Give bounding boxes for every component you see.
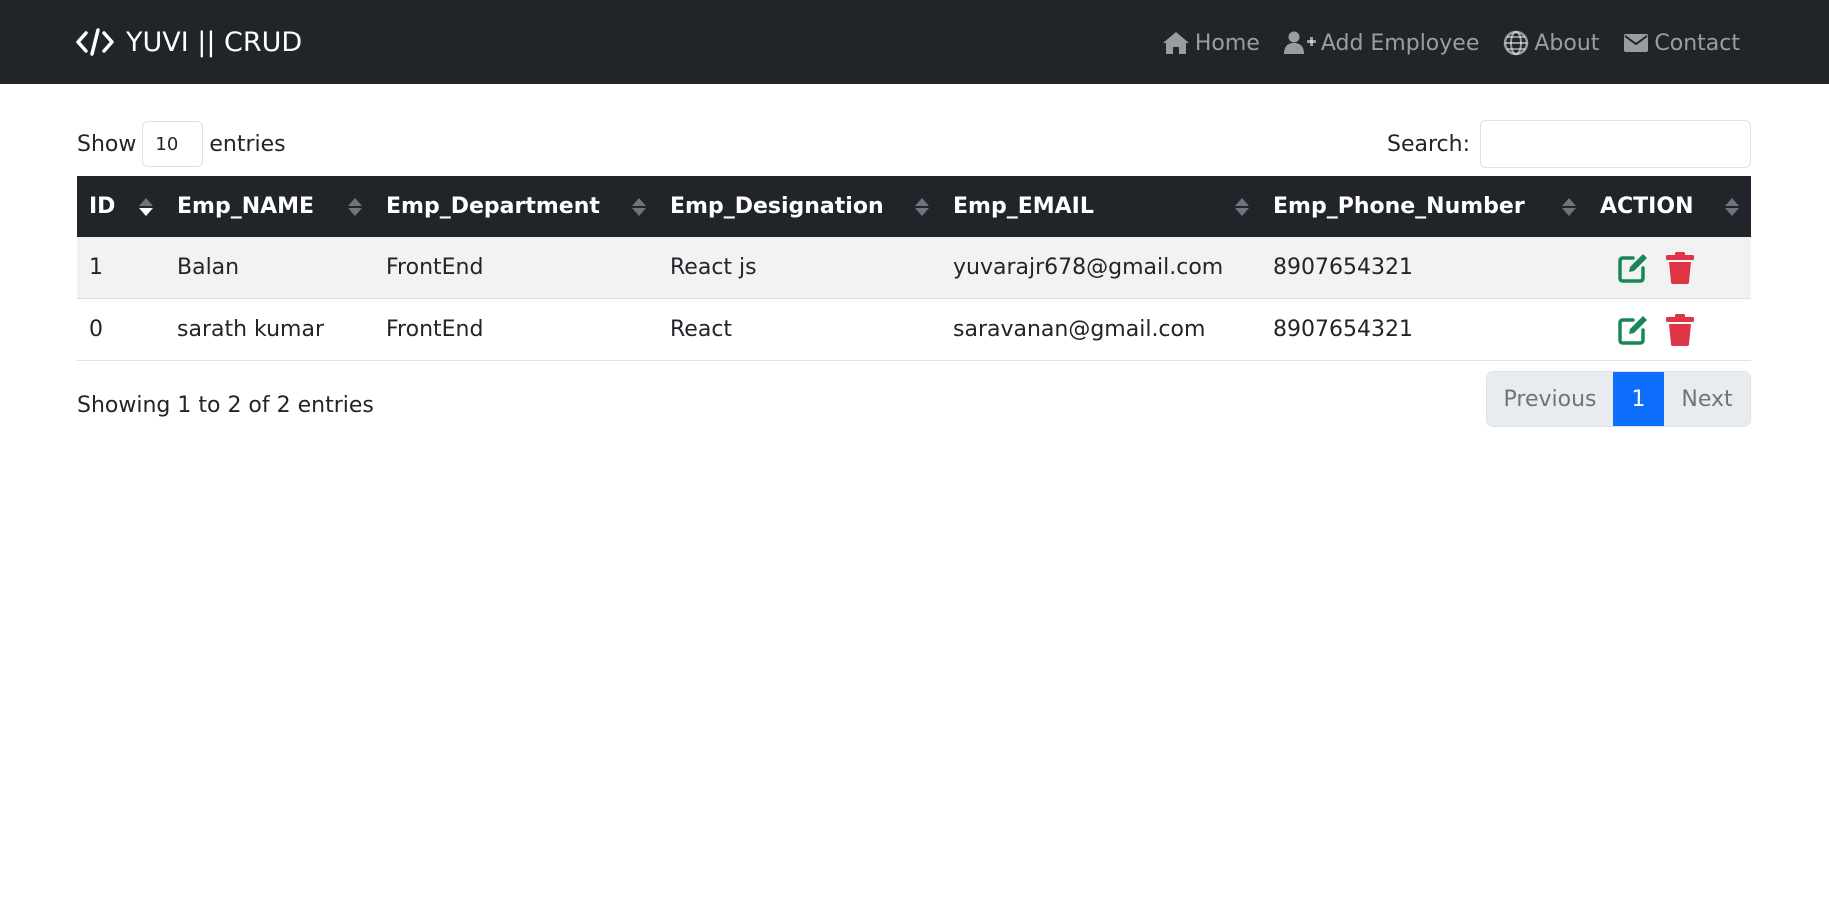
next-button[interactable]: Next bbox=[1664, 372, 1750, 426]
nav-add-employee[interactable]: Add Employee bbox=[1283, 30, 1480, 56]
cell-department: FrontEnd bbox=[386, 255, 484, 280]
cell-email: saravanan@gmail.com bbox=[953, 317, 1206, 342]
cell-action bbox=[1588, 237, 1751, 299]
sort-icon bbox=[1562, 197, 1576, 216]
column-header-emp-department[interactable]: Emp_Department bbox=[374, 176, 658, 237]
column-header-action[interactable]: ACTION bbox=[1588, 176, 1751, 237]
cell-email: yuvarajr678@gmail.com bbox=[953, 255, 1224, 280]
nav-menu: Home Add Employee About Contact bbox=[1162, 24, 1740, 62]
brand-title: YUVI || CRUD bbox=[126, 26, 303, 58]
cell-name: Balan bbox=[177, 255, 240, 280]
previous-button[interactable]: Previous bbox=[1487, 372, 1613, 426]
nav-home[interactable]: Home bbox=[1162, 31, 1260, 56]
page-button-1[interactable]: 1 bbox=[1613, 372, 1664, 426]
user-plus-icon bbox=[1283, 31, 1316, 54]
table-info: Showing 1 to 2 of 2 entries bbox=[77, 393, 374, 418]
table-row: 0 sarath kumar FrontEnd React saravanan@… bbox=[77, 299, 1751, 361]
column-header-emp-name[interactable]: Emp_NAME bbox=[165, 176, 374, 237]
column-header-label: Emp_Department bbox=[386, 194, 600, 219]
column-header-emp-phone-number[interactable]: Emp_Phone_Number bbox=[1261, 176, 1588, 237]
nav-home-label: Home bbox=[1194, 30, 1260, 56]
cell-id: 1 bbox=[89, 255, 103, 280]
search-input[interactable] bbox=[1480, 120, 1751, 168]
entries-label: entries bbox=[209, 131, 286, 157]
column-header-label: ID bbox=[89, 194, 116, 219]
cell-designation: React bbox=[670, 317, 733, 342]
nav-add-employee-label: Add Employee bbox=[1320, 30, 1480, 56]
trash-icon[interactable] bbox=[1666, 313, 1694, 346]
column-header-emp-email[interactable]: Emp_EMAIL bbox=[941, 176, 1261, 237]
entries-length: Show 10 entries bbox=[77, 120, 286, 168]
show-label: Show bbox=[77, 131, 137, 157]
column-header-label: Emp_Phone_Number bbox=[1273, 194, 1525, 219]
column-header-label: Emp_NAME bbox=[177, 194, 315, 219]
column-header-label: Emp_Designation bbox=[670, 194, 884, 219]
nav-contact-label: Contact bbox=[1654, 30, 1740, 56]
search-group: Search: bbox=[1387, 120, 1751, 168]
sort-icon bbox=[348, 197, 362, 216]
cell-name: sarath kumar bbox=[177, 317, 324, 342]
trash-icon[interactable] bbox=[1666, 251, 1694, 284]
cell-department: FrontEnd bbox=[386, 317, 484, 342]
column-header-label: ACTION bbox=[1600, 194, 1694, 219]
column-header-id[interactable]: ID bbox=[77, 176, 165, 237]
globe-icon bbox=[1504, 30, 1529, 56]
code-icon bbox=[76, 28, 114, 56]
sort-icon bbox=[1725, 197, 1739, 216]
sort-icon bbox=[1235, 197, 1249, 216]
sort-icon bbox=[632, 197, 646, 216]
column-header-label: Emp_EMAIL bbox=[953, 194, 1094, 219]
table-controls: Show 10 entries Search: bbox=[77, 120, 1751, 168]
cell-phone: 8907654321 bbox=[1273, 255, 1413, 280]
edit-icon[interactable] bbox=[1617, 314, 1649, 346]
edit-icon[interactable] bbox=[1617, 252, 1649, 284]
nav-about[interactable]: About bbox=[1503, 30, 1599, 56]
table-row: 1 Balan FrontEnd React js yuvarajr678@gm… bbox=[77, 237, 1751, 299]
cell-id: 0 bbox=[89, 317, 103, 342]
nav-contact[interactable]: Contact bbox=[1623, 31, 1740, 56]
column-header-emp-designation[interactable]: Emp_Designation bbox=[658, 176, 941, 237]
sort-ascending-icon bbox=[139, 197, 153, 216]
navbar: YUVI || CRUD Home Add Employee About Con… bbox=[0, 0, 1829, 84]
pagination: Previous 1 Next bbox=[1486, 371, 1751, 427]
table-header-row: ID Emp_NAME Emp_Department Emp_Designati… bbox=[77, 176, 1751, 237]
brand-link[interactable]: YUVI || CRUD bbox=[76, 24, 302, 60]
sort-icon bbox=[915, 197, 929, 216]
cell-action bbox=[1588, 299, 1751, 361]
cell-phone: 8907654321 bbox=[1273, 317, 1413, 342]
envelope-icon bbox=[1624, 34, 1649, 52]
employee-table: ID Emp_NAME Emp_Department Emp_Designati… bbox=[77, 176, 1751, 361]
nav-about-label: About bbox=[1534, 30, 1600, 56]
search-label: Search: bbox=[1387, 131, 1470, 157]
cell-designation: React js bbox=[670, 255, 757, 280]
entries-select[interactable]: 10 bbox=[142, 121, 204, 167]
home-icon bbox=[1162, 32, 1189, 54]
